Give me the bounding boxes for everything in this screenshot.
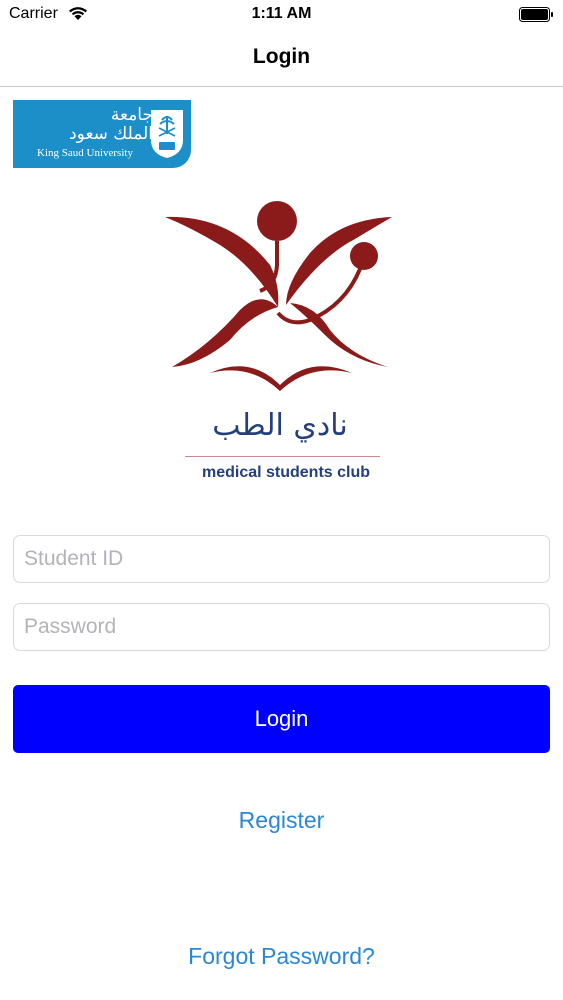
club-name-divider	[185, 456, 380, 457]
ksu-logo: جامعة الملك سعود King Saud University	[13, 100, 191, 168]
login-screen: Carrier 1:11 AM Login جامعة الملك سعود K…	[0, 0, 563, 1000]
forgot-password-link[interactable]: Forgot Password?	[0, 943, 563, 970]
status-bar: Carrier 1:11 AM	[0, 0, 563, 30]
login-button[interactable]: Login	[13, 685, 550, 753]
medical-club-logo-icon	[165, 201, 392, 391]
status-time: 1:11 AM	[251, 5, 312, 22]
password-input[interactable]	[13, 603, 550, 651]
club-arabic-name: نادي الطب	[212, 408, 348, 443]
page-title: Login	[252, 45, 311, 68]
ksu-arabic-name: جامعة الملك سعود	[69, 105, 153, 144]
battery-icon	[519, 7, 553, 22]
club-english-name: medical students club	[201, 464, 371, 481]
student-id-input[interactable]	[13, 535, 550, 583]
navigation-bar: Login	[0, 30, 563, 87]
register-link[interactable]: Register	[0, 807, 563, 834]
ksu-emblem-icon	[151, 110, 183, 158]
ksu-english-name: King Saud University	[37, 147, 133, 159]
